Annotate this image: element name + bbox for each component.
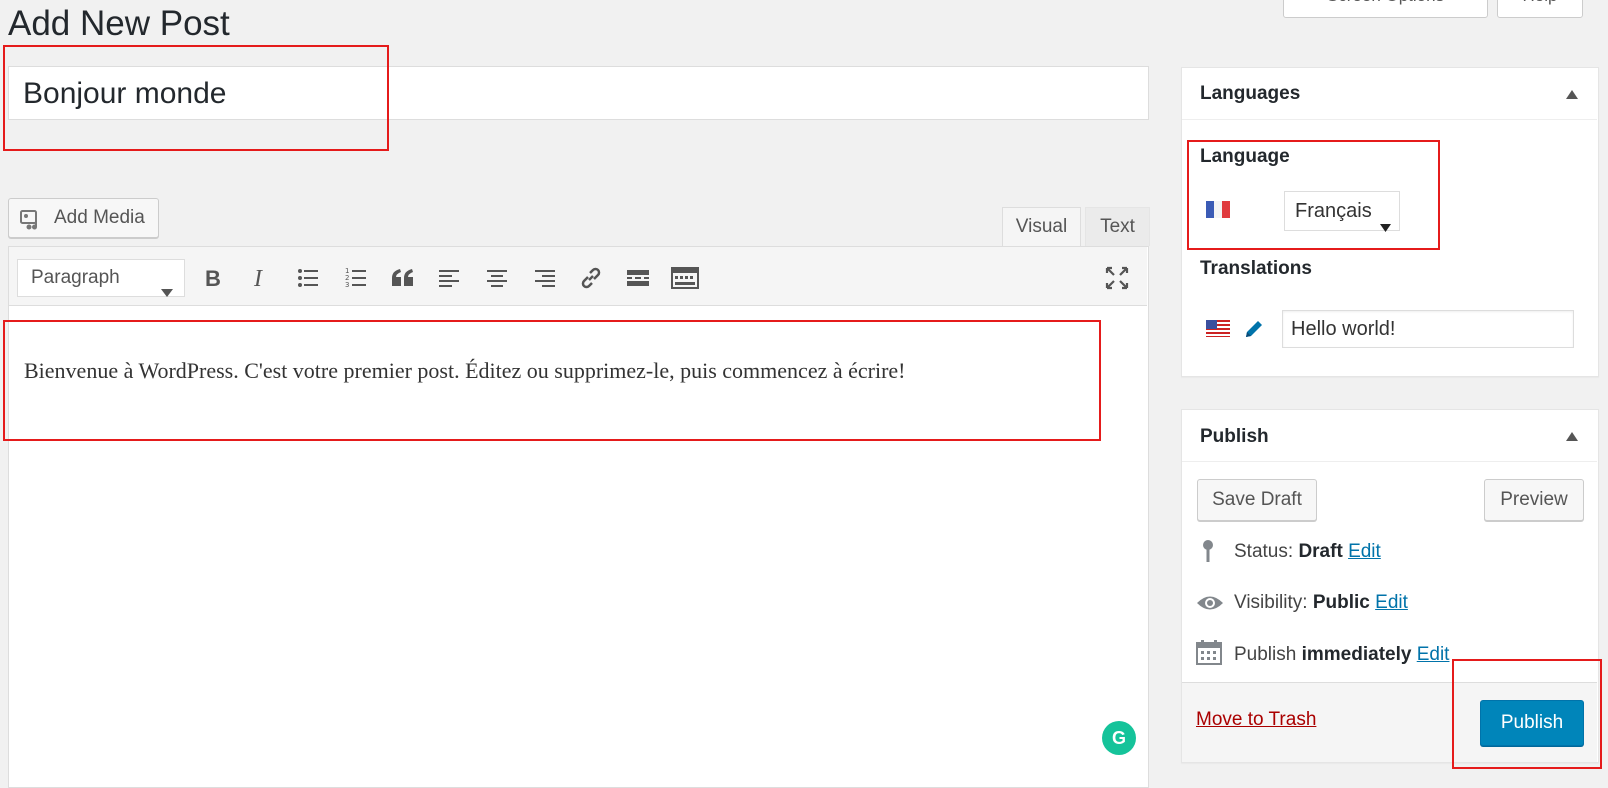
tab-visual[interactable]: Visual [1002,207,1081,246]
move-to-trash-link[interactable]: Move to Trash [1196,709,1316,731]
align-center-icon[interactable] [480,263,514,293]
chevron-down-icon [161,274,173,310]
translations-label: Translations [1200,258,1312,279]
italic-icon[interactable]: I [244,263,278,293]
read-more-icon[interactable] [621,263,655,293]
eye-icon [1196,594,1224,617]
schedule-edit-link[interactable]: Edit [1417,644,1450,665]
schedule-value: immediately [1301,644,1412,665]
svg-text:I: I [253,267,263,289]
save-draft-button[interactable]: Save Draft [1197,479,1317,521]
collapse-triangle-icon[interactable] [1566,90,1578,99]
svg-text:3: 3 [345,281,349,289]
align-right-icon[interactable] [527,263,561,293]
add-media-button[interactable]: Add Media [8,198,159,238]
collapse-triangle-icon[interactable] [1566,432,1578,441]
pencil-icon[interactable] [1243,318,1265,345]
help-button[interactable]: Help [1497,0,1583,18]
status-edit-link[interactable]: Edit [1348,541,1381,562]
page-title: Add New Post [8,4,230,43]
languages-box-title: Languages [1200,83,1301,104]
svg-text:B: B [205,267,221,289]
schedule-label: Publish [1234,644,1297,665]
languages-divider [1182,119,1597,120]
blockquote-icon[interactable] [386,263,420,293]
highlight-box-publish [1452,659,1602,769]
visibility-label: Visibility: [1234,592,1308,613]
format-select-value: Paragraph [31,267,120,288]
visibility-value: Public [1312,592,1370,613]
us-flag-icon [1206,320,1230,342]
format-select[interactable]: Paragraph [17,259,185,297]
preview-button[interactable]: Preview [1484,479,1584,521]
publish-divider [1182,461,1597,462]
add-media-label: Add Media [54,207,145,228]
calendar-icon [1196,639,1222,670]
status-row: Status: Draft Edit [1234,537,1381,567]
schedule-row: Publish immediately Edit [1234,640,1449,670]
status-value: Draft [1298,541,1343,562]
translation-input[interactable] [1282,310,1574,348]
toolbar-toggle-icon[interactable] [668,263,702,293]
status-label: Status: [1234,541,1294,562]
grammarly-icon[interactable]: G [1102,721,1136,755]
align-left-icon[interactable] [433,263,467,293]
publish-box-title: Publish [1200,426,1269,447]
highlight-box-language [1187,140,1440,250]
highlight-box-title [3,45,389,151]
bold-icon[interactable]: B [196,263,230,293]
highlight-box-content [3,320,1101,441]
bullet-list-icon[interactable] [291,263,325,293]
tab-text[interactable]: Text [1085,207,1150,246]
visibility-edit-link[interactable]: Edit [1375,592,1408,613]
numbered-list-icon[interactable]: 1 2 3 [339,263,373,293]
pin-icon [1200,539,1216,568]
fullscreen-icon[interactable] [1100,263,1134,293]
media-icon [20,208,44,246]
screen-options-button[interactable]: Screen Options [1283,0,1488,18]
link-icon[interactable] [574,263,608,293]
visibility-row: Visibility: Public Edit [1234,588,1408,618]
